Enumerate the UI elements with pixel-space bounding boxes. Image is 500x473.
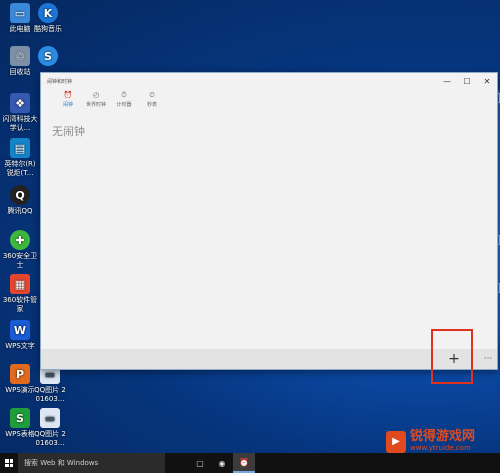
kugou-icon: K — [38, 3, 58, 23]
start-button[interactable] — [0, 453, 18, 473]
360-safe-icon: ✚ — [10, 230, 30, 250]
empty-alarm-message: 无闹钟 — [52, 125, 85, 138]
window-title: 闹钟和时钟 — [47, 78, 73, 85]
desktop-icon-sogou[interactable]: S — [30, 46, 66, 68]
tab-alarm[interactable]: ⏰ 闹钟 — [53, 89, 83, 108]
desktop-icon-360-safe[interactable]: ✚ 360安全卫士 — [2, 230, 38, 270]
tab-stopwatch[interactable]: ⏲ 秒表 — [137, 89, 167, 108]
tab-label: 秒表 — [146, 102, 157, 108]
taskbar-browser[interactable]: ◉ — [211, 453, 233, 473]
desktop-icon-qq-image-1[interactable]: ▬ QQ图片 201603... — [32, 364, 68, 404]
alarm-app-icon: ⏰ — [239, 457, 249, 467]
taskbar: 搜索 Web 和 Windows ▢ ◉ ⏰ — [0, 453, 500, 473]
browser-icon: ◉ — [218, 458, 226, 468]
taskbar-alarms-app[interactable]: ⏰ — [233, 453, 255, 473]
alarm-list-area: 无闹钟 — [41, 115, 497, 349]
desktop-icon-qq-image-2[interactable]: ▬ QQ图片 201603... — [32, 408, 68, 448]
task-view-icon: ▢ — [196, 458, 204, 468]
highlight-box — [431, 329, 473, 384]
qq-icon: Q — [10, 185, 30, 205]
watermark-title: 锐得游戏网 — [410, 429, 476, 444]
desktop-icon-label: QQ图片 201603... — [34, 386, 66, 403]
app-command-bar: + ··· — [41, 349, 497, 369]
wps-spreadsheet-icon: S — [10, 408, 30, 428]
desktop-icon-wps-writer[interactable]: W WPS文字 — [2, 320, 38, 351]
site-watermark: ▶ 锐得游戏网 www.ytruide.com — [386, 430, 475, 453]
tab-label: 世界时钟 — [85, 102, 106, 108]
image-file-icon: ▬ — [40, 408, 60, 428]
intel-icon: ▤ — [10, 138, 30, 158]
tab-label: 计时器 — [116, 102, 132, 108]
stopwatch-icon: ⏲ — [149, 91, 155, 99]
desktop-icon-label: 360软件管家 — [2, 296, 38, 313]
sogou-icon: S — [38, 46, 58, 66]
desktop-icon-label: QQ图片 201603... — [34, 430, 66, 447]
360-software-icon: ▦ — [10, 274, 30, 294]
tab-world-clock[interactable]: ◴ 世界时钟 — [81, 89, 111, 108]
watermark-logo-icon: ▶ — [386, 430, 406, 453]
wps-writer-icon: W — [10, 320, 30, 340]
close-button[interactable]: ✕ — [477, 73, 497, 89]
tab-label: 闹钟 — [62, 102, 73, 108]
tab-timer[interactable]: ⏱ 计时器 — [109, 89, 139, 108]
taskbar-search-box[interactable]: 搜索 Web 和 Windows — [18, 453, 165, 473]
watermark-url: www.ytruide.com — [410, 444, 471, 452]
desktop-icon-label: 酷狗音乐 — [34, 25, 62, 33]
world-clock-icon: ◴ — [92, 91, 100, 99]
alarms-clock-window: 闹钟和时钟 — ☐ ✕ ⏰ 闹钟 ◴ 世界时钟 ⏱ 计时器 ⏲ 秒表 无闹钟 +… — [40, 72, 498, 370]
wps-presentation-icon: P — [10, 364, 30, 384]
more-options-button[interactable]: ··· — [481, 349, 495, 369]
desktop-icon-360-software[interactable]: ▦ 360软件管家 — [2, 274, 38, 314]
minimize-button[interactable]: — — [437, 73, 457, 89]
task-view-button[interactable]: ▢ — [189, 453, 211, 473]
search-placeholder: 搜索 Web 和 Windows — [24, 459, 99, 467]
computer-icon: ▭ — [10, 3, 30, 23]
desktop-icon-label: 360安全卫士 — [2, 252, 38, 269]
alarm-icon: ⏰ — [63, 91, 73, 99]
desktop-icon-label: 腾讯QQ — [7, 207, 33, 215]
timer-icon: ⏱ — [121, 91, 127, 99]
tab-bar: ⏰ 闹钟 ◴ 世界时钟 ⏱ 计时器 ⏲ 秒表 — [41, 89, 497, 115]
recycle-bin-icon: ♲ — [10, 46, 30, 66]
desktop-icon-label: 英特尔(R) 锐炬(T... — [4, 160, 36, 177]
desktop-icon-intel[interactable]: ▤ 英特尔(R) 锐炬(T... — [2, 138, 38, 178]
school-icon: ❖ — [10, 93, 30, 113]
windows-logo-icon — [5, 459, 13, 467]
desktop-icon-label: WPS文字 — [5, 342, 35, 350]
desktop-icon-qq[interactable]: Q 腾讯QQ — [2, 185, 38, 216]
window-titlebar[interactable]: 闹钟和时钟 — ☐ ✕ — [41, 73, 497, 89]
desktop-icon-label: 回收站 — [9, 68, 31, 76]
desktop-icon-kugou[interactable]: K 酷狗音乐 — [30, 3, 66, 34]
maximize-button[interactable]: ☐ — [457, 73, 477, 89]
desktop-icon-label: 闪湾科技大学认... — [2, 115, 38, 132]
desktop-icon-school[interactable]: ❖ 闪湾科技大学认... — [2, 93, 38, 133]
